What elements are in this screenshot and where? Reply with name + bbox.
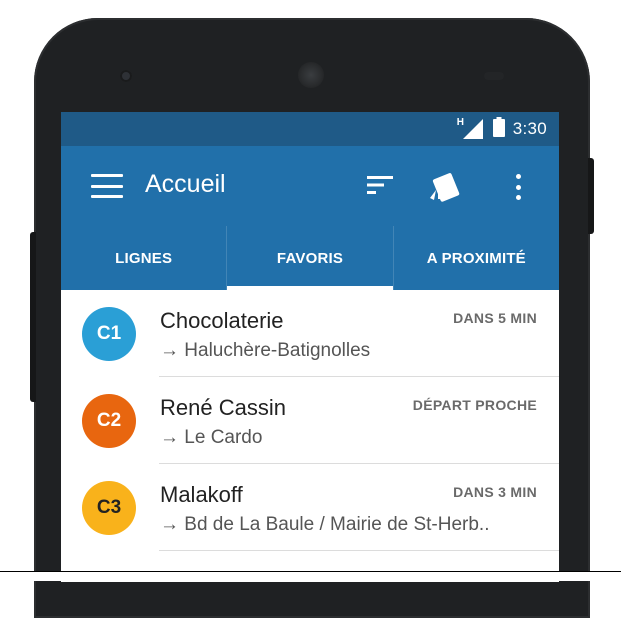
signal-icon: H [457,117,485,139]
departure-status: DANS 5 MIN [453,310,537,326]
battery-icon [492,116,505,142]
destination: → Haluchère-Batignolles [160,340,371,361]
list-item[interactable]: C2 René Cassin → Le Cardo DÉPART PROCHE [61,377,559,464]
list-item[interactable]: C1 Chocolaterie → Haluchère-Batignolles … [61,290,559,377]
card-icon[interactable] [427,170,467,204]
destination: → Bd de La Baule / Mairie de St-Herb.. [160,514,490,535]
tab-bar: LIGNES FAVORIS A PROXIMITÉ [61,226,559,290]
stop-name: Malakoff [160,482,243,507]
departure-status: DÉPART PROCHE [412,397,537,413]
proximity-sensor [484,72,504,80]
line-badge: C3 [82,481,136,535]
destination: → Le Cardo [160,427,263,448]
departure-status: DANS 3 MIN [453,484,537,500]
menu-icon[interactable] [91,174,123,198]
tab-lignes[interactable]: LIGNES [61,226,226,290]
tab-label: LIGNES [115,249,173,267]
frame-crop-area [0,572,621,581]
sort-icon[interactable] [367,174,395,196]
favorites-list: C1 Chocolaterie → Haluchère-Batignolles … [61,290,559,551]
volume-button [30,232,36,402]
screen: H 3:30 Accueil LIGNES FAVORIS A PROXIMIT… [61,112,559,582]
status-time: 3:30 [512,119,547,138]
page-title: Accueil [145,170,226,198]
front-camera [120,70,132,82]
app-bar: Accueil [61,146,559,226]
tab-label: A PROXIMITÉ [426,249,526,267]
tab-a-proximite[interactable]: A PROXIMITÉ [392,226,559,290]
line-badge: C2 [82,394,136,448]
stop-name: René Cassin [160,395,286,420]
tab-label: FAVORIS [276,249,344,267]
earpiece-speaker [298,62,324,88]
line-badge: C1 [82,307,136,361]
stop-name: Chocolaterie [160,308,284,333]
status-bar: H 3:30 [61,112,559,146]
tab-favoris[interactable]: FAVORIS [226,226,393,290]
power-button [588,158,594,234]
more-vert-icon[interactable] [513,174,523,200]
list-item[interactable]: C3 Malakoff → Bd de La Baule / Mairie de… [61,464,559,551]
divider [159,550,559,551]
